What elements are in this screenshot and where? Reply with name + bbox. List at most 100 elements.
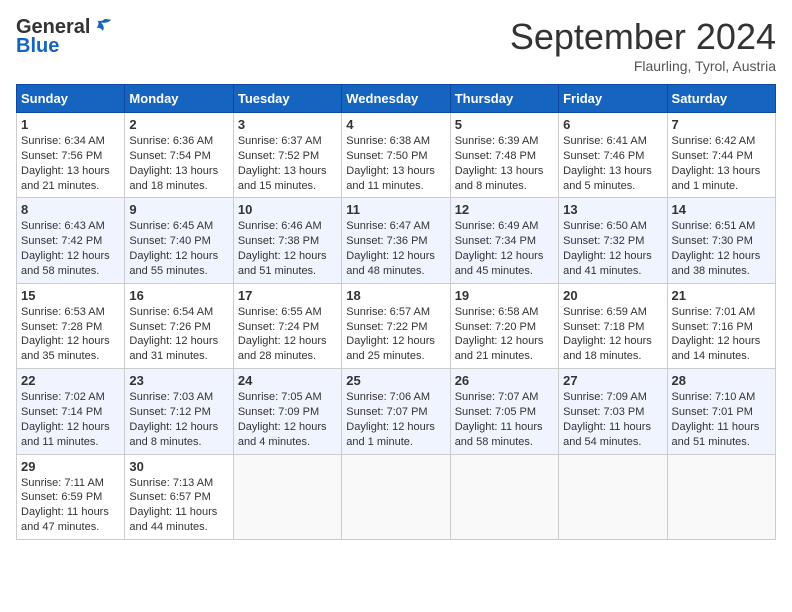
calendar-row-0: 1Sunrise: 6:34 AMSunset: 7:56 PMDaylight… [17,113,776,198]
day-info: Sunrise: 6:38 AMSunset: 7:50 PMDaylight:… [346,134,445,193]
logo: General Blue [16,16,114,58]
calendar-row-4: 29 Sunrise: 7:11 AMSunset: 6:59 PMDayligh… [17,454,776,539]
day-info: Sunrise: 6:50 AMSunset: 7:32 PMDaylight:… [563,219,662,278]
day-info: Sunrise: 6:47 AMSunset: 7:36 PMDaylight:… [346,219,445,278]
day-number: 26 [455,373,554,388]
day-info: Sunrise: 7:07 AMSunset: 7:05 PMDaylight:… [455,390,554,449]
day-info: Sunrise: 6:58 AMSunset: 7:20 PMDaylight:… [455,305,554,364]
day-info: Sunrise: 7:01 AMSunset: 7:16 PMDaylight:… [672,305,771,364]
calendar-cell: 15 Sunrise: 6:53 AMSunset: 7:28 PMDayligh… [17,283,125,368]
day-number: 20 [563,288,662,303]
calendar-cell: 19 Sunrise: 6:58 AMSunset: 7:20 PMDayligh… [450,283,558,368]
day-number: 15 [21,288,120,303]
calendar-cell: 3 Sunrise: 6:37 AMSunset: 7:52 PMDaylight… [233,113,341,198]
day-info: Sunrise: 7:02 AMSunset: 7:14 PMDaylight:… [21,390,120,449]
calendar-cell: 9Sunrise: 6:45 AMSunset: 7:40 PMDaylight… [125,198,233,283]
calendar-cell: 29 Sunrise: 7:11 AMSunset: 6:59 PMDayligh… [17,454,125,539]
day-number: 10 [238,202,337,217]
day-info: Sunrise: 6:57 AMSunset: 7:22 PMDaylight:… [346,305,445,364]
calendar-cell: 12 Sunrise: 6:49 AMSunset: 7:34 PMDayligh… [450,198,558,283]
calendar-cell: 25 Sunrise: 7:06 AMSunset: 7:07 PMDayligh… [342,369,450,454]
calendar-cell: 6 Sunrise: 6:41 AMSunset: 7:46 PMDaylight… [559,113,667,198]
day-number: 19 [455,288,554,303]
calendar-header-monday: Monday [125,85,233,113]
day-number: 7 [672,117,771,132]
day-number: 22 [21,373,120,388]
day-number: 12 [455,202,554,217]
day-number: 6 [563,117,662,132]
logo-bird-icon [92,17,114,39]
calendar-cell: 27Sunrise: 7:09 AMSunset: 7:03 PMDayligh… [559,369,667,454]
day-info: Sunrise: 6:37 AMSunset: 7:52 PMDaylight:… [238,134,337,193]
calendar-cell: 13 Sunrise: 6:50 AMSunset: 7:32 PMDayligh… [559,198,667,283]
day-number: 13 [563,202,662,217]
day-info: Sunrise: 6:54 AMSunset: 7:26 PMDaylight:… [129,305,228,364]
calendar-cell: 2Sunrise: 6:36 AMSunset: 7:54 PMDaylight… [125,113,233,198]
calendar-cell: 20 Sunrise: 6:59 AMSunset: 7:18 PMDayligh… [559,283,667,368]
day-number: 3 [238,117,337,132]
calendar-header-wednesday: Wednesday [342,85,450,113]
day-number: 11 [346,202,445,217]
calendar-cell: 23 Sunrise: 7:03 AMSunset: 7:12 PMDayligh… [125,369,233,454]
logo-blue-text: Blue [16,35,59,58]
day-number: 8 [21,202,120,217]
day-info: Sunrise: 6:51 AMSunset: 7:30 PMDaylight:… [672,219,771,278]
calendar-cell: 28Sunrise: 7:10 AMSunset: 7:01 PMDayligh… [667,369,775,454]
day-number: 9 [129,202,228,217]
day-info: Sunrise: 6:42 AMSunset: 7:44 PMDaylight:… [672,134,771,193]
day-info: Sunrise: 6:43 AMSunset: 7:42 PMDaylight:… [21,219,120,278]
calendar-cell [342,454,450,539]
calendar-cell: 11 Sunrise: 6:47 AMSunset: 7:36 PMDayligh… [342,198,450,283]
day-info: Sunrise: 6:53 AMSunset: 7:28 PMDaylight:… [21,305,120,364]
calendar-cell: 10 Sunrise: 6:46 AMSunset: 7:38 PMDayligh… [233,198,341,283]
day-number: 17 [238,288,337,303]
day-number: 16 [129,288,228,303]
calendar-cell: 4Sunrise: 6:38 AMSunset: 7:50 PMDaylight… [342,113,450,198]
day-info: Sunrise: 6:41 AMSunset: 7:46 PMDaylight:… [563,134,662,193]
day-number: 14 [672,202,771,217]
day-info: Sunrise: 6:49 AMSunset: 7:34 PMDaylight:… [455,219,554,278]
location-text: Flaurling, Tyrol, Austria [510,58,776,74]
calendar-cell [667,454,775,539]
day-info: Sunrise: 7:03 AMSunset: 7:12 PMDaylight:… [129,390,228,449]
day-number: 29 [21,459,120,474]
calendar-cell: 16 Sunrise: 6:54 AMSunset: 7:26 PMDayligh… [125,283,233,368]
calendar-cell: 22 Sunrise: 7:02 AMSunset: 7:14 PMDayligh… [17,369,125,454]
calendar-header-row: SundayMondayTuesdayWednesdayThursdayFrid… [17,85,776,113]
calendar-header-thursday: Thursday [450,85,558,113]
calendar-row-3: 22 Sunrise: 7:02 AMSunset: 7:14 PMDayligh… [17,369,776,454]
day-number: 21 [672,288,771,303]
day-info: Sunrise: 6:36 AMSunset: 7:54 PMDaylight:… [129,134,228,193]
calendar-cell: 18 Sunrise: 6:57 AMSunset: 7:22 PMDayligh… [342,283,450,368]
calendar-table: SundayMondayTuesdayWednesdayThursdayFrid… [16,84,776,540]
day-number: 25 [346,373,445,388]
month-title: September 2024 [510,16,776,58]
calendar-cell: 7 Sunrise: 6:42 AMSunset: 7:44 PMDaylight… [667,113,775,198]
day-info: Sunrise: 6:55 AMSunset: 7:24 PMDaylight:… [238,305,337,364]
day-info: Sunrise: 7:09 AMSunset: 7:03 PMDaylight:… [563,390,662,449]
calendar-header-tuesday: Tuesday [233,85,341,113]
calendar-cell: 24 Sunrise: 7:05 AMSunset: 7:09 PMDayligh… [233,369,341,454]
page-header: General Blue September 2024 Flaurling, T… [16,16,776,74]
day-info: Sunrise: 7:11 AMSunset: 6:59 PMDaylight:… [21,476,120,535]
calendar-cell: 30 Sunrise: 7:13 AMSunset: 6:57 PMDayligh… [125,454,233,539]
day-info: Sunrise: 6:59 AMSunset: 7:18 PMDaylight:… [563,305,662,364]
day-number: 30 [129,459,228,474]
calendar-cell: 14 Sunrise: 6:51 AMSunset: 7:30 PMDayligh… [667,198,775,283]
calendar-cell [450,454,558,539]
calendar-cell: 21 Sunrise: 7:01 AMSunset: 7:16 PMDayligh… [667,283,775,368]
day-number: 28 [672,373,771,388]
day-info: Sunrise: 7:06 AMSunset: 7:07 PMDaylight:… [346,390,445,449]
day-info: Sunrise: 6:39 AMSunset: 7:48 PMDaylight:… [455,134,554,193]
calendar-cell [233,454,341,539]
calendar-row-2: 15 Sunrise: 6:53 AMSunset: 7:28 PMDayligh… [17,283,776,368]
calendar-cell: 17 Sunrise: 6:55 AMSunset: 7:24 PMDayligh… [233,283,341,368]
day-info: Sunrise: 7:05 AMSunset: 7:09 PMDaylight:… [238,390,337,449]
day-info: Sunrise: 7:13 AMSunset: 6:57 PMDaylight:… [129,476,228,535]
day-number: 24 [238,373,337,388]
day-number: 18 [346,288,445,303]
day-info: Sunrise: 6:46 AMSunset: 7:38 PMDaylight:… [238,219,337,278]
calendar-header-friday: Friday [559,85,667,113]
day-number: 23 [129,373,228,388]
calendar-cell: 26 Sunrise: 7:07 AMSunset: 7:05 PMDayligh… [450,369,558,454]
